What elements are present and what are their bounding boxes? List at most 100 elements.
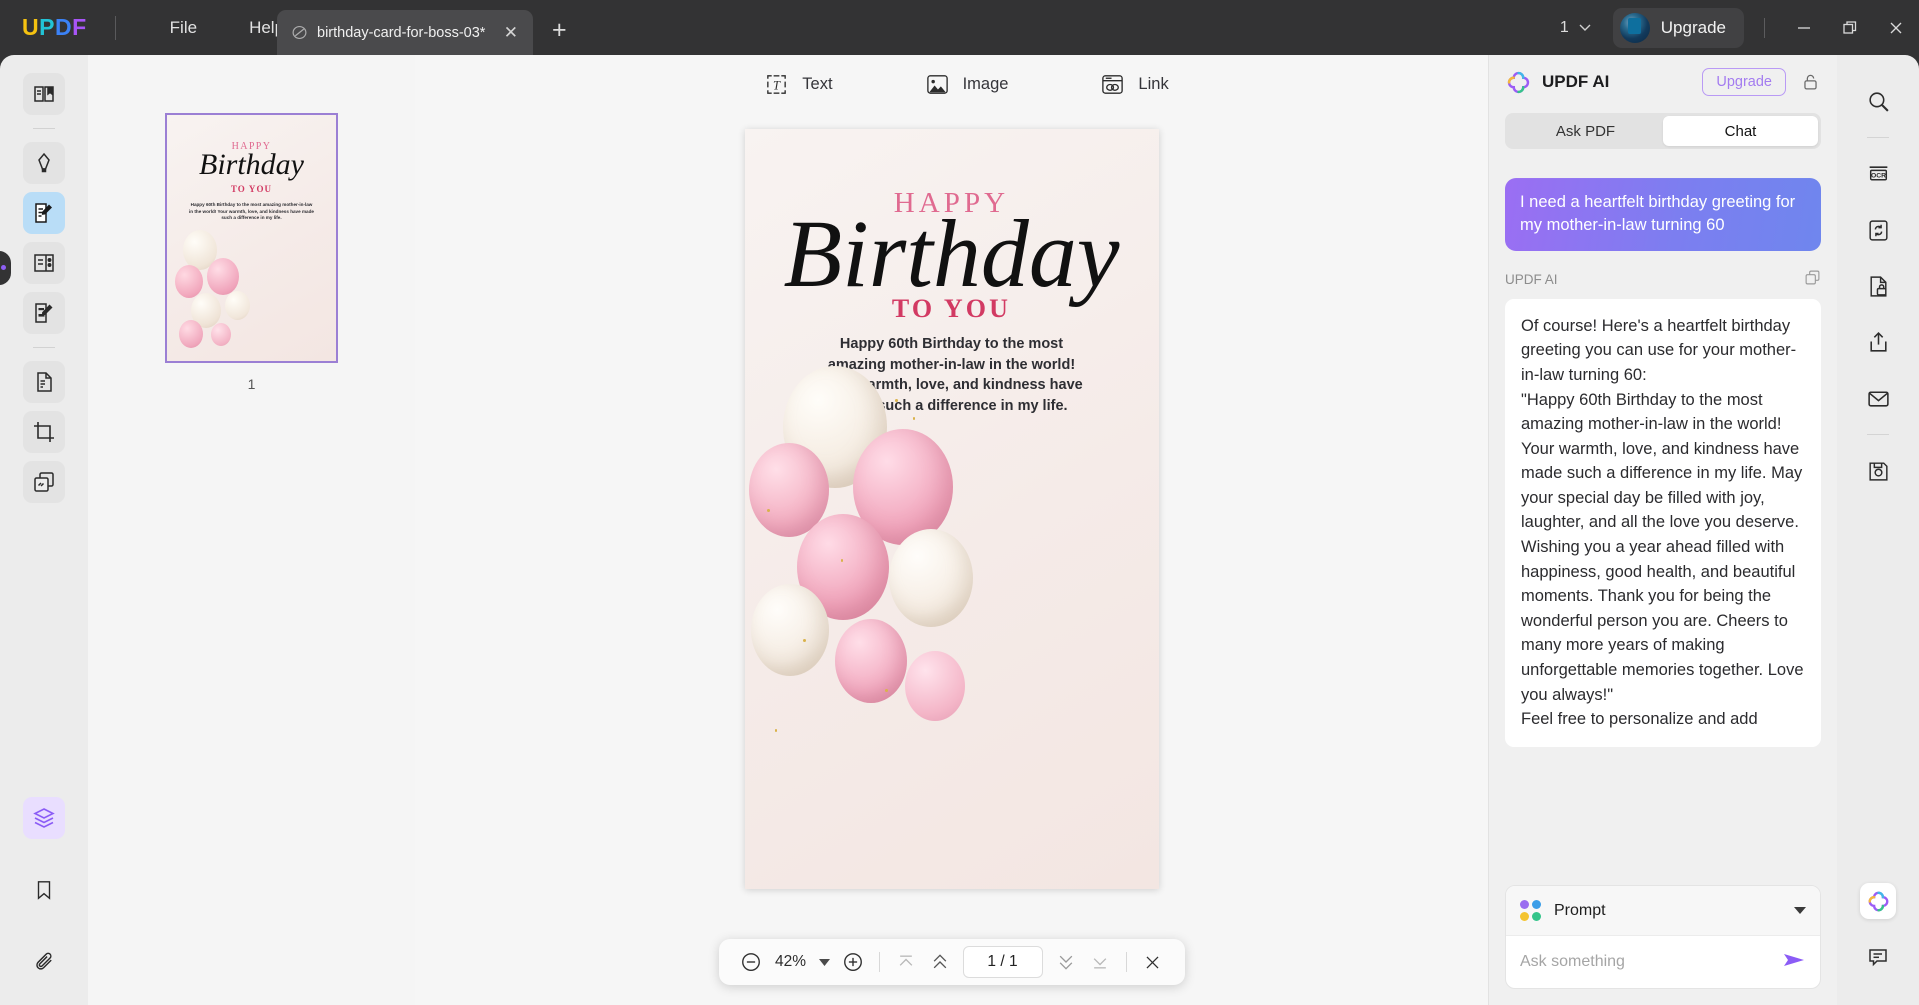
thumbnail-panel: HAPPY Birthday TO YOU Happy 60th Birthda… xyxy=(88,55,415,1005)
zoom-out-button[interactable] xyxy=(734,945,768,979)
rail-separator-2 xyxy=(33,347,55,348)
edit-tool-link-label: Link xyxy=(1138,74,1169,93)
ai-panel-title: UPDF AI xyxy=(1542,72,1610,91)
edit-document-icon xyxy=(35,203,52,223)
zoom-in-button[interactable] xyxy=(836,945,870,979)
maximize-icon xyxy=(1843,20,1857,34)
right-tool-save[interactable] xyxy=(1856,450,1900,492)
ai-lock-button[interactable] xyxy=(1796,73,1824,92)
page-thumbnail[interactable]: HAPPY Birthday TO YOU Happy 60th Birthda… xyxy=(165,113,338,363)
sidebar-item-edit-pdf[interactable] xyxy=(23,192,65,234)
assistant-message-header: UPDF AI xyxy=(1505,269,1821,291)
sidebar-item-convert[interactable] xyxy=(23,361,65,403)
highlighter-pen-icon xyxy=(38,152,50,173)
balloon xyxy=(750,584,829,676)
prompt-dropdown[interactable]: Prompt xyxy=(1506,886,1820,936)
menu-file[interactable]: File xyxy=(144,18,223,38)
zoom-out-icon xyxy=(741,953,760,971)
sidebar-item-crop[interactable] xyxy=(23,411,65,453)
four-dots-icon xyxy=(1520,900,1541,921)
edit-tool-image[interactable]: Image xyxy=(925,72,1009,97)
right-tool-convert[interactable] xyxy=(1856,209,1900,251)
confetti xyxy=(802,639,806,642)
document-tab[interactable]: birthday-card-for-boss-03* ✕ xyxy=(277,10,533,55)
ask-input[interactable] xyxy=(1520,953,1774,971)
svg-text:T: T xyxy=(773,78,781,92)
edit-tool-text[interactable]: T Text xyxy=(764,72,833,97)
user-message: I need a heartfelt birthday greeting for… xyxy=(1505,178,1821,251)
rail-separator-1 xyxy=(33,128,55,129)
sidebar-collapse-handle[interactable] xyxy=(0,251,11,285)
tab-title: birthday-card-for-boss-03* xyxy=(317,24,486,41)
logo-letter-p: P xyxy=(39,14,55,40)
sidebar-item-attachments[interactable] xyxy=(23,941,65,983)
svg-text:OCR: OCR xyxy=(1870,172,1885,179)
thumb-birthday-text: Birthday xyxy=(199,148,304,181)
sidebar-item-layers[interactable] xyxy=(23,797,65,839)
assistant-paragraph-3: Feel free to personalize and add xyxy=(1521,710,1758,729)
zoom-toolbar: 42% 1 / 1 xyxy=(718,939,1185,985)
ai-input-area: Prompt xyxy=(1489,873,1837,1005)
bookmark-icon xyxy=(37,881,51,900)
close-button[interactable] xyxy=(1873,0,1919,55)
sidebar-item-bookmarks[interactable] xyxy=(23,869,65,911)
right-rail-separator-2 xyxy=(1867,434,1889,435)
right-tool-ocr[interactable]: OCR xyxy=(1856,153,1900,195)
link-icon xyxy=(1102,74,1124,94)
sidebar-item-comment[interactable] xyxy=(23,142,65,184)
last-page-button[interactable] xyxy=(1083,945,1117,979)
page-indicator[interactable]: 1 / 1 xyxy=(962,946,1043,978)
ai-upgrade-button[interactable]: Upgrade xyxy=(1702,68,1786,96)
chevron-down-icon xyxy=(1579,24,1591,31)
next-page-button[interactable] xyxy=(1049,945,1083,979)
previous-page-icon xyxy=(933,954,946,969)
chevron-down-icon xyxy=(1794,907,1806,914)
upgrade-label: Upgrade xyxy=(1660,17,1726,37)
previous-page-button[interactable] xyxy=(923,945,957,979)
close-zoombar-button[interactable] xyxy=(1136,945,1170,979)
thumb-message-text: Happy 60th Birthday to the most amazing … xyxy=(189,202,314,221)
tab-ask-pdf[interactable]: Ask PDF xyxy=(1508,116,1663,146)
balloon xyxy=(834,619,907,703)
assistant-paragraph-1: Of course! Here's a heartfelt birthday g… xyxy=(1521,316,1797,384)
sidebar-item-organize-pages[interactable] xyxy=(23,242,65,284)
ai-mode-tabs: Ask PDF Chat xyxy=(1505,113,1821,149)
left-toolbar xyxy=(0,55,88,1005)
ai-panel-header: UPDF AI Upgrade xyxy=(1489,55,1837,109)
edit-tool-link[interactable]: Link xyxy=(1100,72,1169,97)
edit-tool-image-label: Image xyxy=(962,74,1009,93)
tab-chat[interactable]: Chat xyxy=(1663,116,1818,146)
form-edit-icon xyxy=(35,303,53,323)
sidebar-item-batch[interactable] xyxy=(23,461,65,503)
right-tool-share[interactable] xyxy=(1856,321,1900,363)
right-tool-feedback[interactable] xyxy=(1856,936,1900,978)
sidebar-item-reader[interactable] xyxy=(23,73,65,115)
ask-input-row xyxy=(1506,936,1820,988)
image-icon xyxy=(926,74,948,94)
balloon xyxy=(175,265,203,298)
right-tool-email[interactable] xyxy=(1856,377,1900,419)
ai-message-list[interactable]: I need a heartfelt birthday greeting for… xyxy=(1505,165,1821,873)
tab-close-button[interactable]: ✕ xyxy=(501,22,521,43)
minimize-button[interactable] xyxy=(1781,0,1827,55)
upgrade-button[interactable]: Upgrade xyxy=(1612,7,1744,48)
zoom-level[interactable]: 42% xyxy=(768,953,814,971)
right-tool-search[interactable] xyxy=(1856,80,1900,122)
sidebar-item-form[interactable] xyxy=(23,292,65,334)
new-tab-button[interactable]: + xyxy=(552,18,567,43)
send-button[interactable] xyxy=(1774,950,1806,975)
zoom-dropdown-button[interactable] xyxy=(814,958,836,966)
right-tool-updf-ai[interactable] xyxy=(1860,883,1896,919)
share-icon xyxy=(1869,331,1887,352)
paperclip-icon xyxy=(35,952,52,970)
confetti xyxy=(774,729,777,732)
window-list-button[interactable]: 1 xyxy=(1560,19,1591,37)
right-tool-protect[interactable] xyxy=(1856,265,1900,307)
pdf-page[interactable]: HAPPY Birthday TO YOU Happy 60th Birthda… xyxy=(744,129,1159,889)
copy-button[interactable] xyxy=(1804,269,1821,291)
layers-icon xyxy=(33,808,55,828)
balloon xyxy=(888,529,973,627)
first-page-button[interactable] xyxy=(889,945,923,979)
updf-ai-clover-icon xyxy=(1507,71,1530,93)
maximize-button[interactable] xyxy=(1827,0,1873,55)
